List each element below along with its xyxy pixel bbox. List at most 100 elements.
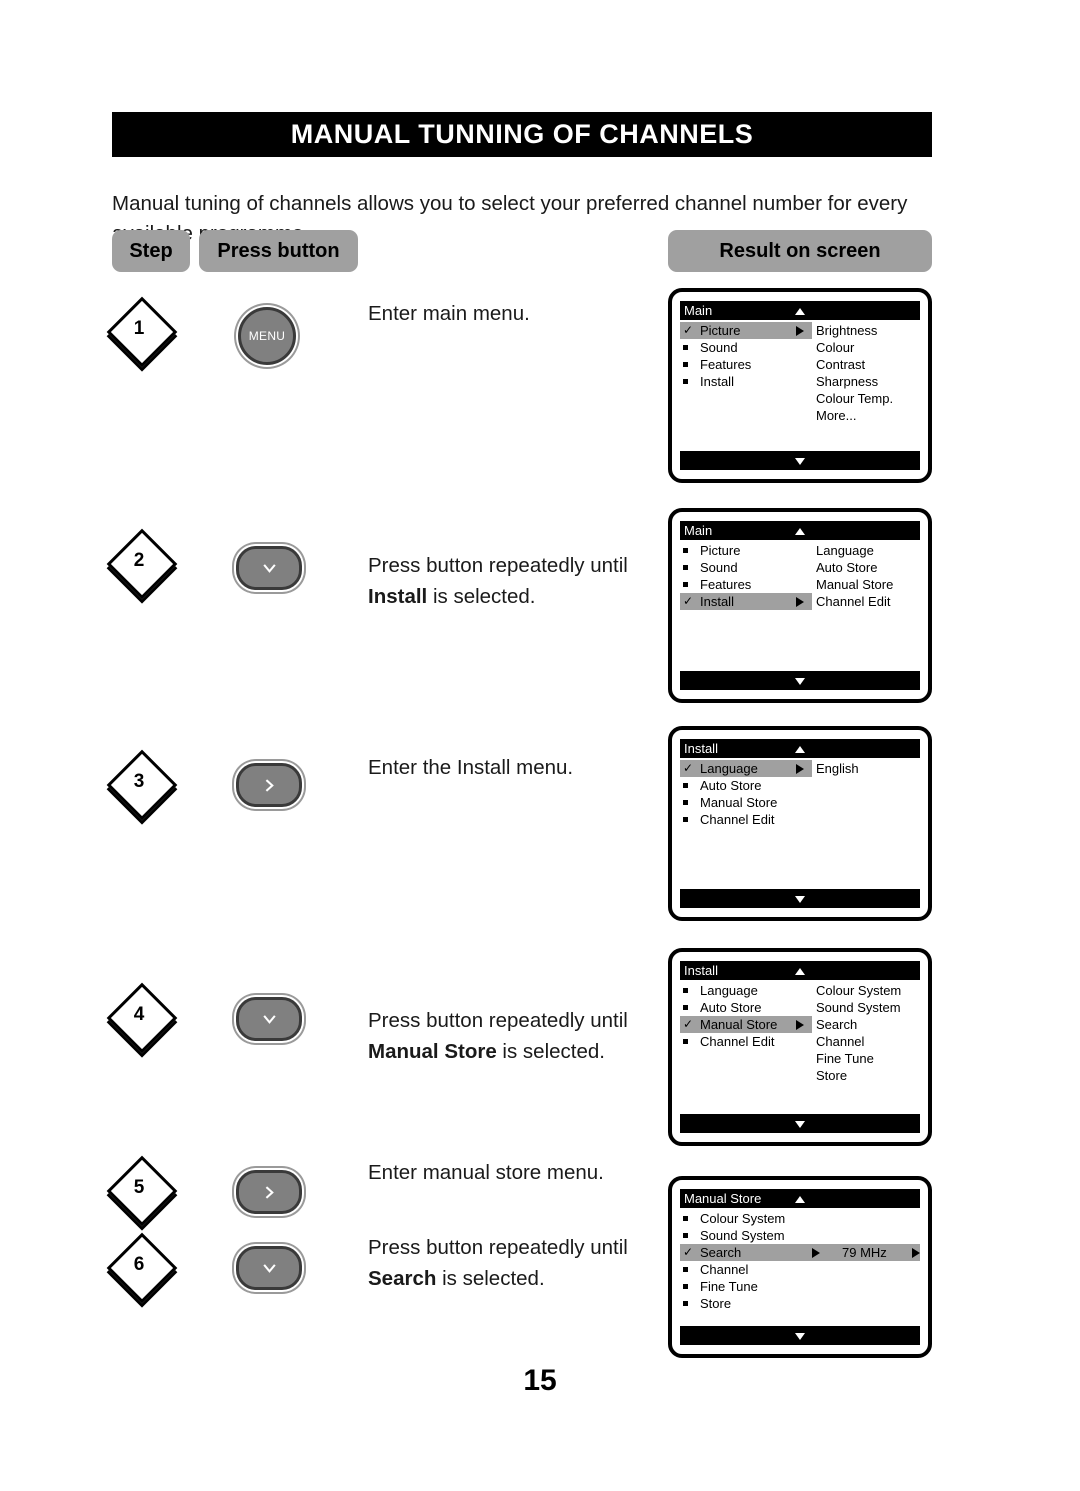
step-instruction-5: Enter manual store menu. xyxy=(368,1157,668,1188)
osd-submenu-item[interactable]: Fine Tune xyxy=(816,1050,920,1067)
instruction-line-1: Press button repeatedly until xyxy=(368,1009,628,1032)
osd-menu-item[interactable]: Colour System xyxy=(680,1210,812,1227)
osd-submenu-item[interactable]: Channel Edit xyxy=(816,593,920,610)
bullet-icon xyxy=(683,1267,688,1272)
step-marker-1: 1 xyxy=(106,296,178,368)
osd-submenu-item[interactable]: Colour System xyxy=(816,982,920,999)
osd-menu-item[interactable]: ✓ Manual Store xyxy=(680,1016,812,1033)
scroll-up-arrow-icon[interactable] xyxy=(795,745,805,753)
chevron-down-button[interactable] xyxy=(236,997,302,1041)
osd-menu-item-label: Picture xyxy=(700,543,741,558)
scroll-down-arrow-icon[interactable] xyxy=(795,1332,805,1340)
osd-menu-item-label: Channel Edit xyxy=(700,1034,775,1049)
osd-submenu-item[interactable]: Colour Temp. xyxy=(816,390,920,407)
osd-title-bar: Main xyxy=(680,301,920,320)
osd-menu-item[interactable]: Features xyxy=(680,576,812,593)
check-icon: ✓ xyxy=(683,760,694,775)
osd-menu-item[interactable]: ✓ Language xyxy=(680,760,812,777)
osd-menu-item[interactable]: Channel Edit xyxy=(680,811,812,828)
instruction-line-1: Enter main menu. xyxy=(368,302,530,325)
osd-menu-item-label: Manual Store xyxy=(700,795,778,810)
chevron-right-button[interactable] xyxy=(236,1170,302,1214)
bullet-icon xyxy=(683,1233,688,1238)
osd-submenu-item[interactable]: Sound System xyxy=(816,999,920,1016)
osd-menu-item-label: Install xyxy=(700,594,734,609)
osd-menu-item[interactable]: Sound xyxy=(680,339,812,356)
osd-menu-item[interactable]: Auto Store xyxy=(680,777,812,794)
right-arrow-icon[interactable] xyxy=(796,763,804,774)
osd-menu-item[interactable]: Sound System xyxy=(680,1227,812,1244)
bullet-icon xyxy=(683,362,688,367)
right-arrow-icon[interactable] xyxy=(796,325,804,336)
osd-bottom-bar xyxy=(680,671,920,690)
step-instruction-4: Press button repeatedly until Manual Sto… xyxy=(368,1005,668,1067)
osd-submenu-item[interactable]: Auto Store xyxy=(816,559,920,576)
bullet-icon xyxy=(683,1005,688,1010)
bullet-icon xyxy=(683,345,688,350)
osd-submenu-item[interactable]: More... xyxy=(816,407,920,424)
osd-title: Install xyxy=(684,963,718,978)
osd-menu-item[interactable]: ✓ Picture xyxy=(680,322,812,339)
osd-menu-item[interactable]: Auto Store xyxy=(680,999,812,1016)
osd-menu-item[interactable]: Manual Store xyxy=(680,794,812,811)
right-arrow-icon[interactable] xyxy=(796,1019,804,1030)
scroll-down-arrow-icon[interactable] xyxy=(795,457,805,465)
chevron-down-button[interactable] xyxy=(236,546,302,590)
osd-right-column: Colour System Sound System Search Channel Fi… xyxy=(812,982,920,1084)
osd-title: Install xyxy=(684,741,718,756)
osd-menu-item[interactable]: Features xyxy=(680,356,812,373)
osd-menu-item-label: Fine Tune xyxy=(700,1279,758,1294)
osd-title-bar: Manual Store xyxy=(680,1189,920,1208)
osd-menu-item[interactable]: Sound xyxy=(680,559,812,576)
scroll-up-arrow-icon[interactable] xyxy=(795,967,805,975)
osd-submenu-item[interactable]: Channel xyxy=(816,1033,920,1050)
result-screen-3: Install ✓ Language Auto Store Manual Store Ch… xyxy=(668,726,932,921)
osd-body: ✓ Picture Sound Features Install Brightness Co… xyxy=(680,320,920,451)
osd-submenu-item[interactable]: Colour xyxy=(816,339,920,356)
chevron-down-button[interactable] xyxy=(236,1246,302,1290)
bullet-icon xyxy=(683,988,688,993)
osd-menu-item[interactable]: Fine Tune xyxy=(680,1278,812,1295)
bullet-icon xyxy=(683,1216,688,1221)
osd-menu-item-label: Sound xyxy=(700,340,738,355)
osd-menu-item[interactable]: Store xyxy=(680,1295,812,1312)
osd-menu-item[interactable]: Channel xyxy=(680,1261,812,1278)
osd-submenu-item[interactable]: Store xyxy=(816,1067,920,1084)
osd-submenu-item[interactable]: Search xyxy=(816,1016,920,1033)
osd-submenu-item[interactable]: Contrast xyxy=(816,356,920,373)
menu-button[interactable]: MENU xyxy=(238,307,296,365)
osd-submenu-item[interactable]: Manual Store xyxy=(816,576,920,593)
scroll-up-arrow-icon[interactable] xyxy=(795,307,805,315)
scroll-down-arrow-icon[interactable] xyxy=(795,1120,805,1128)
scroll-down-arrow-icon[interactable] xyxy=(795,895,805,903)
right-arrow-icon[interactable] xyxy=(796,596,804,607)
osd-bottom-bar xyxy=(680,889,920,908)
osd-submenu-item[interactable]: Sharpness xyxy=(816,373,920,390)
osd-menu-item[interactable]: ✓ Search 79 MHz xyxy=(680,1244,920,1261)
bullet-icon xyxy=(683,548,688,553)
right-arrow-icon[interactable] xyxy=(812,1247,820,1258)
osd-submenu-item[interactable]: Language xyxy=(816,542,920,559)
osd-menu-item-label: Sound xyxy=(700,560,738,575)
scroll-down-arrow-icon[interactable] xyxy=(795,677,805,685)
chevron-down-icon xyxy=(262,1014,276,1024)
osd-inner: Install ✓ Language Auto Store Manual Store Ch… xyxy=(680,739,920,908)
chevron-right-button[interactable] xyxy=(236,763,302,807)
osd-submenu-item[interactable]: Brightness xyxy=(816,322,920,339)
scroll-up-arrow-icon[interactable] xyxy=(795,527,805,535)
osd-submenu-item[interactable]: English xyxy=(816,760,920,777)
osd-menu-item-label: Language xyxy=(700,761,758,776)
chevron-down-icon xyxy=(262,563,276,573)
osd-menu-item[interactable]: Channel Edit xyxy=(680,1033,812,1050)
scroll-up-arrow-icon[interactable] xyxy=(795,1195,805,1203)
osd-menu-item[interactable]: Install xyxy=(680,373,812,390)
osd-menu-item[interactable]: Picture xyxy=(680,542,812,559)
check-icon: ✓ xyxy=(683,593,694,608)
right-arrow-icon[interactable] xyxy=(912,1247,920,1258)
column-header-tabs: Step Press button xyxy=(112,230,358,272)
osd-menu-item[interactable]: Language xyxy=(680,982,812,999)
osd-bottom-bar xyxy=(680,1326,920,1345)
osd-menu-item[interactable]: ✓ Install xyxy=(680,593,812,610)
instruction-bold-term: Search xyxy=(368,1267,437,1290)
osd-menu-item-label: Channel xyxy=(700,1262,749,1277)
